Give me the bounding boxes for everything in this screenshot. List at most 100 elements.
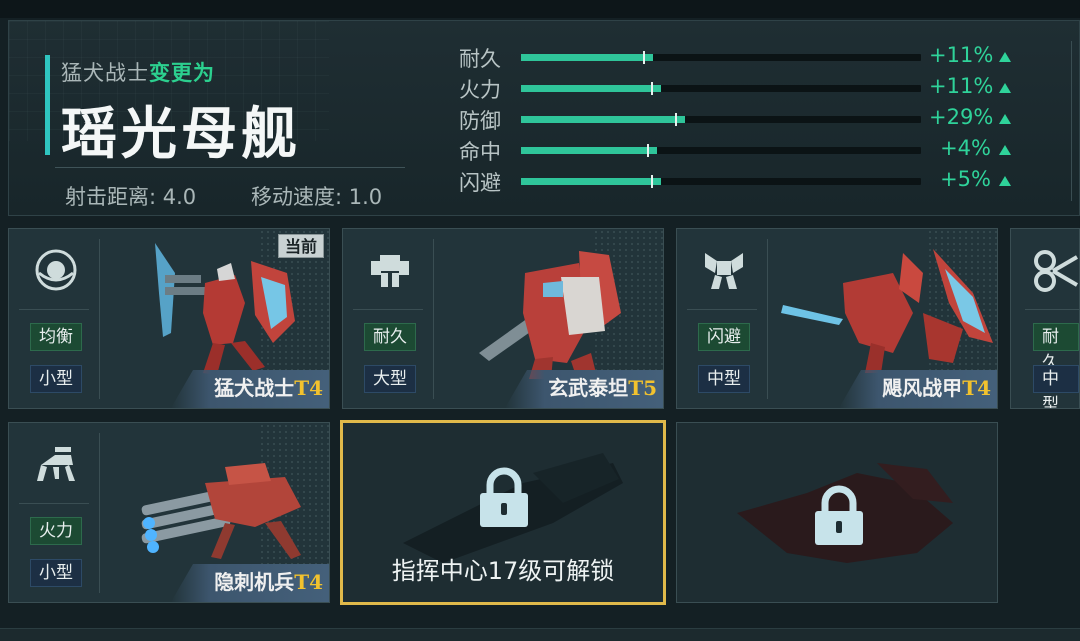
attribute-bar-marker xyxy=(643,51,645,64)
mech-portrait xyxy=(781,249,993,373)
unit-name: 猛犬战士T4 xyxy=(214,372,323,401)
range-stat: 射击距离: 4.0 xyxy=(65,181,196,211)
accent-bar xyxy=(45,55,50,155)
attribute-bar-fill xyxy=(521,85,661,92)
unit-name-text: 玄武泰坦 xyxy=(548,376,629,400)
attribute-bar-fill xyxy=(521,178,661,185)
role-tag: 闪避 xyxy=(698,323,750,351)
balanced-role-icon xyxy=(35,249,77,291)
unit-tier: T5 xyxy=(628,376,657,400)
attribute-label: 防御 xyxy=(459,109,501,133)
attribute-label: 耐久 xyxy=(459,47,501,71)
unit-name: 玄武泰坦T5 xyxy=(548,372,657,401)
range-label: 射击距离: xyxy=(65,185,157,209)
speed-value: 1.0 xyxy=(348,185,383,209)
target-unit-name: 瑶光母舰 xyxy=(61,102,301,167)
card-separator xyxy=(99,433,100,593)
card-separator xyxy=(767,239,768,399)
card-separator xyxy=(19,503,89,504)
unit-tier: T4 xyxy=(294,376,323,400)
attribute-label: 闪避 xyxy=(459,171,501,195)
change-line: 猛犬战士变更为 xyxy=(61,57,215,87)
attribute-row-firepower: 火力 +11% xyxy=(459,74,1019,105)
increase-arrow-icon xyxy=(999,83,1011,93)
top-strip xyxy=(0,0,1080,18)
card-separator xyxy=(1025,309,1079,310)
unit-card-hurricane-armor[interactable]: 闪避 中型 飓风战甲T4 xyxy=(676,228,998,409)
unit-name: 隐刺机兵T4 xyxy=(214,566,323,595)
attribute-bar-marker xyxy=(647,144,649,157)
attribute-row-durability: 耐久 +11% xyxy=(459,43,1019,74)
increase-arrow-icon xyxy=(999,176,1011,186)
change-label: 变更为 xyxy=(149,61,215,85)
attribute-label: 命中 xyxy=(459,140,501,164)
attribute-value: +11% xyxy=(929,43,994,67)
unit-name-text: 猛犬战士 xyxy=(214,376,295,400)
role-tag: 耐久 xyxy=(1033,323,1079,373)
unit-card-mastiff-warrior[interactable]: 均衡 小型 当前 猛犬战士T4 xyxy=(8,228,330,409)
speed-label: 移动速度: xyxy=(251,185,343,209)
locked-unit-card[interactable] xyxy=(676,422,998,603)
unit-card-partial[interactable]: 耐久 中型 xyxy=(1010,228,1080,409)
lock-icon xyxy=(815,485,863,545)
role-tag: 耐久 xyxy=(364,323,416,351)
attribute-label: 火力 xyxy=(459,78,501,102)
attribute-bar xyxy=(521,113,921,126)
attribute-bar-marker xyxy=(651,82,653,95)
lock-icon xyxy=(480,467,528,527)
evasion-role-icon xyxy=(705,253,743,289)
firepower-role-icon xyxy=(37,447,75,481)
card-separator xyxy=(687,309,757,310)
attribute-bar xyxy=(521,144,921,157)
attribute-row-accuracy: 命中 +4% xyxy=(459,136,1019,167)
unlock-requirement-text: 指挥中心17级可解锁 xyxy=(391,557,615,585)
attribute-bar xyxy=(521,51,921,64)
attribute-bar-fill xyxy=(521,147,657,154)
card-separator xyxy=(353,309,423,310)
title-divider xyxy=(55,167,405,168)
mech-portrait xyxy=(479,251,621,379)
durability-role-icon-2 xyxy=(1034,250,1079,292)
card-separator xyxy=(99,239,100,399)
role-tag: 均衡 xyxy=(30,323,82,351)
unit-tier: T4 xyxy=(294,570,323,594)
attribute-value: +4% xyxy=(940,136,991,160)
attribute-list: 耐久 +11% 火力 +11% 防御 +29% 命中 +4% 闪避 +5% xyxy=(459,43,1019,198)
increase-arrow-icon xyxy=(999,145,1011,155)
unit-card-stealth-stinger[interactable]: 火力 小型 隐刺机兵T4 xyxy=(8,422,330,603)
unit-tier: T4 xyxy=(962,376,991,400)
range-value: 4.0 xyxy=(162,185,197,209)
current-badge: 当前 xyxy=(277,234,324,258)
durability-role-icon xyxy=(371,255,409,287)
increase-arrow-icon xyxy=(999,52,1011,62)
attribute-row-evasion: 闪避 +5% xyxy=(459,167,1019,198)
bottom-strip xyxy=(0,628,1080,641)
size-tag: 中型 xyxy=(1033,365,1079,408)
card-separator xyxy=(433,239,434,399)
size-tag: 中型 xyxy=(698,365,750,393)
attribute-bar-marker xyxy=(651,175,653,188)
attribute-bar xyxy=(521,82,921,95)
panel-divider xyxy=(1071,41,1072,201)
increase-arrow-icon xyxy=(999,114,1011,124)
attribute-bar xyxy=(521,175,921,188)
size-tag: 小型 xyxy=(30,559,82,587)
attribute-bar-marker xyxy=(675,113,677,126)
unit-card-xuanwu-titan[interactable]: 耐久 大型 玄武泰坦T5 xyxy=(342,228,664,409)
mech-portrait xyxy=(141,463,301,559)
card-separator xyxy=(19,309,89,310)
attribute-value: +11% xyxy=(929,74,994,98)
from-unit-name: 猛犬战士 xyxy=(61,61,149,85)
locked-unit-card-selected[interactable]: 指挥中心17级可解锁 xyxy=(340,420,666,605)
attribute-value: +29% xyxy=(929,105,994,129)
unit-name: 飓风战甲T4 xyxy=(882,372,991,401)
attribute-bar-fill xyxy=(521,116,685,123)
size-tag: 大型 xyxy=(364,365,416,393)
speed-stat: 移动速度: 1.0 xyxy=(251,181,382,211)
unit-name-text: 隐刺机兵 xyxy=(214,570,295,594)
unit-name-text: 飓风战甲 xyxy=(882,376,963,400)
role-tag: 火力 xyxy=(30,517,82,545)
attribute-bar-fill xyxy=(521,54,653,61)
transform-info-panel: 猛犬战士变更为 瑶光母舰 射击距离: 4.0 移动速度: 1.0 耐久 +11%… xyxy=(8,20,1080,216)
size-tag: 小型 xyxy=(30,365,82,393)
